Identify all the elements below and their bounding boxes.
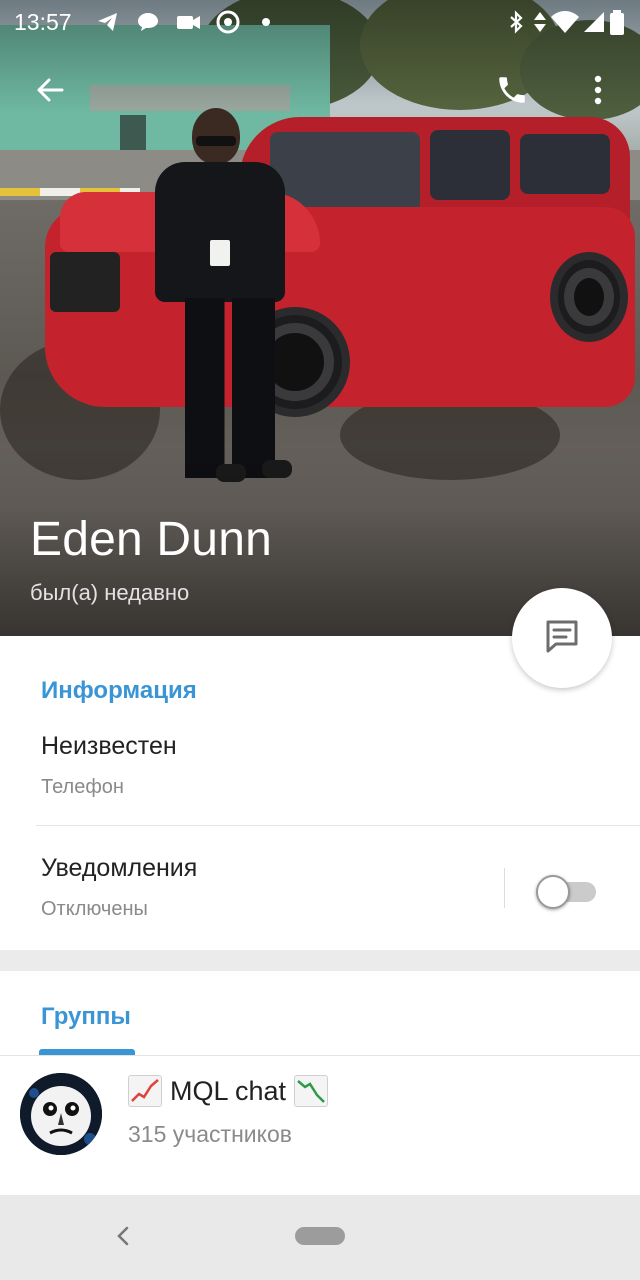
chat-bubble-icon	[136, 10, 160, 34]
signal-icon	[582, 10, 606, 34]
group-name-line: MQL chat	[128, 1075, 329, 1107]
notifications-label: Уведомления	[41, 854, 198, 882]
wifi-icon	[550, 10, 580, 34]
profile-last-seen: был(а) недавно	[30, 580, 190, 605]
more-button[interactable]	[574, 68, 622, 116]
phone-row[interactable]: Неизвестен Телефон	[0, 716, 640, 826]
chart-increasing-icon	[128, 1075, 162, 1107]
chart-decreasing-icon	[294, 1075, 329, 1107]
phone-label: Телефон	[41, 776, 124, 798]
info-title: Информация	[41, 677, 197, 704]
tab-divider	[0, 1055, 640, 1056]
system-nav-bar	[0, 1195, 640, 1280]
dot-icon	[258, 10, 282, 34]
vpn-icon	[216, 10, 240, 34]
tab-groups[interactable]: Группы	[41, 1003, 131, 1031]
telegram-icon	[96, 10, 120, 34]
battery-icon	[608, 10, 626, 35]
vertical-divider	[504, 868, 505, 908]
groups-section: Группы MQL chat 315 участников	[0, 971, 640, 1195]
nav-back-icon[interactable]	[108, 1221, 138, 1251]
notifications-value: Отключены	[41, 898, 148, 920]
arrow-left-icon	[35, 75, 65, 110]
video-camera-icon	[176, 10, 200, 34]
bluetooth-icon	[504, 10, 528, 34]
phone-icon	[495, 73, 529, 112]
notifications-toggle[interactable]	[536, 872, 598, 909]
status-time: 13:57	[14, 9, 72, 35]
status-bar: 13:57	[0, 0, 640, 44]
message-icon	[542, 616, 582, 661]
phone-value: Неизвестен	[41, 732, 177, 760]
group-avatar	[20, 1073, 102, 1155]
call-button[interactable]	[488, 68, 536, 116]
back-button[interactable]	[26, 68, 74, 116]
group-members: 315 участников	[128, 1121, 292, 1147]
profile-name: Eden Dunn	[30, 513, 272, 566]
send-message-button[interactable]	[512, 588, 612, 688]
more-vert-icon	[592, 74, 604, 111]
group-name: MQL chat	[170, 1075, 287, 1106]
nav-home-pill[interactable]	[295, 1227, 345, 1245]
